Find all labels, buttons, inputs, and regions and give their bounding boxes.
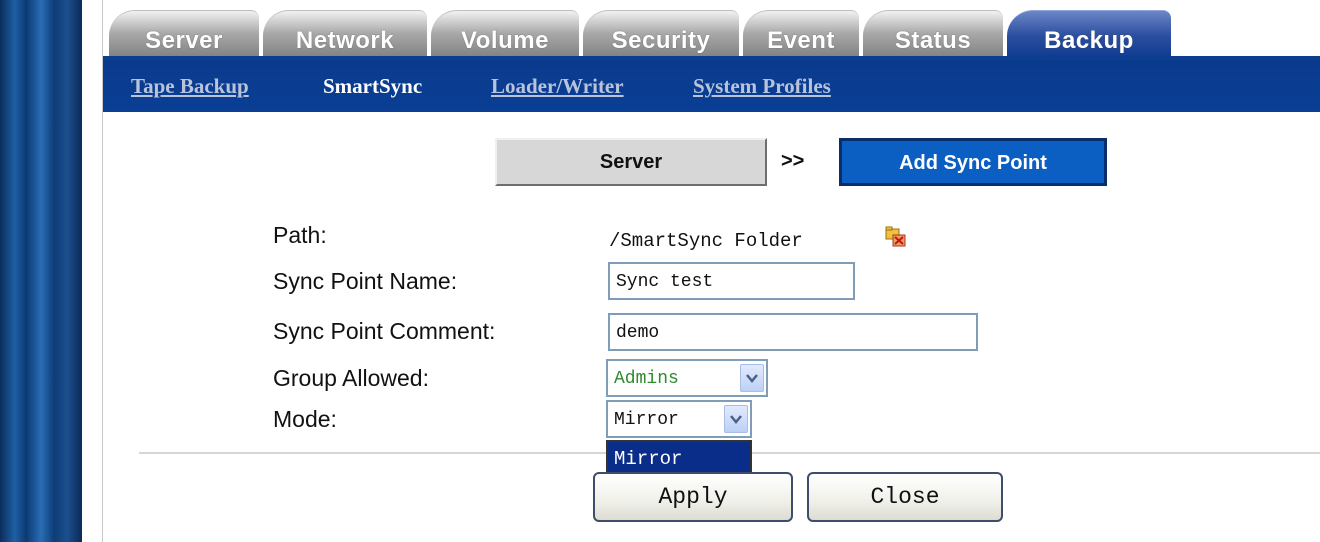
close-button[interactable]: Close bbox=[807, 472, 1003, 522]
group-allowed-select[interactable]: Admins bbox=[606, 359, 768, 397]
mode-label: Mode: bbox=[273, 406, 337, 432]
group-allowed-label: Group Allowed: bbox=[273, 365, 429, 391]
sync-point-comment-input[interactable]: demo bbox=[608, 313, 978, 351]
main-panel: Server Network Volume Security Event Sta… bbox=[102, 0, 1320, 542]
tab-bar: Server Network Volume Security Event Sta… bbox=[103, 0, 1320, 60]
mode-option-mirror[interactable]: Mirror bbox=[606, 440, 752, 476]
sync-point-name-input[interactable]: Sync test bbox=[608, 262, 855, 300]
apply-button[interactable]: Apply bbox=[593, 472, 793, 522]
step-arrow: >> bbox=[781, 150, 805, 172]
chevron-down-icon[interactable] bbox=[724, 405, 748, 433]
sub-navigation: Tape Backup SmartSync Loader/Writer Syst… bbox=[103, 60, 1320, 112]
step-server-button[interactable]: Server bbox=[495, 138, 767, 186]
path-label: Path: bbox=[273, 222, 327, 248]
subnav-loader-writer[interactable]: Loader/Writer bbox=[491, 74, 624, 99]
tab-network[interactable]: Network bbox=[263, 10, 427, 60]
mode-value: Mirror bbox=[614, 410, 679, 430]
left-decorative-bar bbox=[0, 0, 82, 542]
tab-backup[interactable]: Backup bbox=[1007, 10, 1171, 60]
subnav-tape-backup[interactable]: Tape Backup bbox=[131, 74, 249, 99]
tab-event[interactable]: Event bbox=[743, 10, 859, 60]
group-allowed-value: Admins bbox=[614, 369, 679, 389]
path-value: /SmartSync Folder bbox=[609, 230, 803, 252]
folder-browse-icon[interactable] bbox=[885, 226, 907, 253]
sync-point-comment-label: Sync Point Comment: bbox=[273, 318, 496, 344]
mode-select[interactable]: Mirror bbox=[606, 400, 752, 438]
step-add-sync-point: Add Sync Point bbox=[839, 138, 1107, 186]
subnav-system-profiles[interactable]: System Profiles bbox=[693, 74, 831, 99]
sync-point-name-label: Sync Point Name: bbox=[273, 268, 458, 294]
subnav-smartsync[interactable]: SmartSync bbox=[323, 74, 422, 99]
chevron-down-icon[interactable] bbox=[740, 364, 764, 392]
tab-status[interactable]: Status bbox=[863, 10, 1003, 60]
tab-security[interactable]: Security bbox=[583, 10, 739, 60]
tab-server[interactable]: Server bbox=[109, 10, 259, 60]
tab-volume[interactable]: Volume bbox=[431, 10, 579, 60]
